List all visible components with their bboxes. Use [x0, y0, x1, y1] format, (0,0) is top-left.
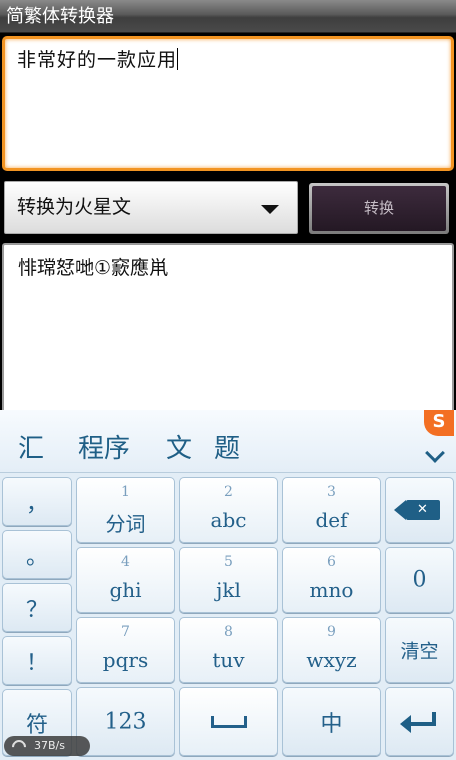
convert-button-label: 转换: [312, 186, 446, 231]
punct-exclaim-key[interactable]: ！: [2, 636, 72, 685]
source-text: 非常好的一款应用: [17, 49, 178, 71]
candidate-word[interactable]: 程序: [78, 428, 130, 465]
backspace-icon: [393, 500, 440, 520]
candidate-bar: 汇 程序 文 题 S: [0, 410, 456, 473]
app-title: 简繁体转换器: [6, 6, 114, 27]
clear-key[interactable]: 清空: [385, 617, 454, 683]
candidate-word[interactable]: 汇: [18, 428, 44, 465]
key-4-ghi[interactable]: 4 ghi: [76, 547, 175, 613]
candidate-word[interactable]: 文: [166, 428, 192, 465]
wifi-icon: [9, 737, 29, 757]
key-3-def[interactable]: 3 def: [282, 477, 381, 543]
key-1-fenci[interactable]: 1 分词: [76, 477, 175, 543]
space-key[interactable]: [179, 687, 278, 756]
app-title-bar: 简繁体转换器: [0, 0, 456, 33]
network-speed-badge: 37B/s: [4, 736, 90, 757]
key-5-jkl[interactable]: 5 jkl: [179, 547, 278, 613]
space-icon: [210, 715, 247, 728]
key-2-abc[interactable]: 2 abc: [179, 477, 278, 543]
enter-key[interactable]: [385, 687, 454, 756]
convert-button[interactable]: 转换: [309, 183, 449, 234]
punct-comma-key[interactable]: ，: [2, 477, 72, 526]
ime-keyboard: 汇 程序 文 题 S ， 。 ？ ！ 符 1 分词 2 abc 3 def 4 …: [0, 410, 456, 760]
key-8-tuv[interactable]: 8 tuv: [179, 617, 278, 683]
sogou-logo-icon[interactable]: S: [424, 410, 454, 436]
conversion-type-value: 转换为火星文: [17, 196, 132, 218]
enter-icon: [399, 711, 436, 733]
zero-key[interactable]: 0: [385, 547, 454, 613]
number-mode-key[interactable]: 123: [76, 687, 175, 756]
backspace-key[interactable]: [385, 477, 454, 543]
key-9-wxyz[interactable]: 9 wxyz: [282, 617, 381, 683]
punct-period-key[interactable]: 。: [2, 530, 72, 579]
candidate-word[interactable]: 题: [214, 428, 240, 465]
source-text-input[interactable]: 非常好的一款应用: [2, 36, 454, 171]
key-6-mno[interactable]: 6 mno: [282, 547, 381, 613]
conversion-type-select[interactable]: 转换为火星文: [4, 181, 298, 234]
dropdown-arrow-icon: [261, 205, 279, 214]
network-speed: 37B/s: [34, 739, 65, 752]
collapse-chevron-icon[interactable]: [425, 443, 445, 463]
key-7-pqrs[interactable]: 7 pqrs: [76, 617, 175, 683]
result-text-output[interactable]: 悱瑺恏哋①窾應鼡: [2, 243, 454, 418]
text-cursor: [177, 48, 179, 70]
language-switch-key[interactable]: 中: [282, 687, 381, 756]
punct-question-key[interactable]: ？: [2, 583, 72, 632]
result-text: 悱瑺恏哋①窾應鼡: [18, 257, 169, 279]
